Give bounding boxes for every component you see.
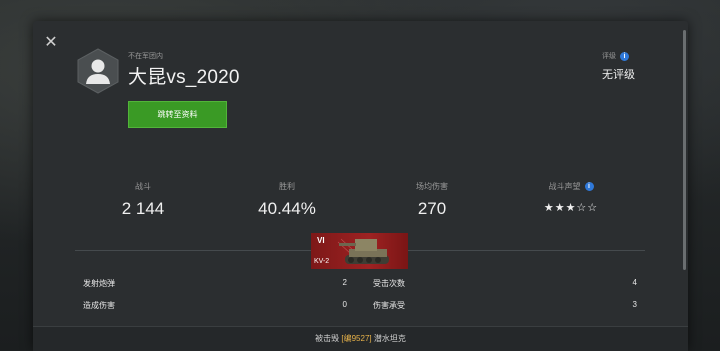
tank-name: KV-2 xyxy=(314,258,330,265)
detail-label: 造成伤害 xyxy=(83,301,115,310)
prestige-stars: ★★★☆☆ xyxy=(543,202,599,214)
player-card-panel: ✕ 不在军团内 大昆vs_2020 跳转至资料 评级 i 无评级 战斗 2 144… xyxy=(33,21,688,350)
kill-prefix: 被击毁 xyxy=(315,334,340,343)
go-to-profile-button[interactable]: 跳转至资料 xyxy=(128,101,227,128)
detail-label: 受击次数 xyxy=(373,279,405,288)
tank-icon xyxy=(337,238,389,264)
kill-info-bar: 被击毁 [编9527] 潜水坦克 xyxy=(33,326,688,351)
clan-tag: [编9527] xyxy=(341,334,372,343)
stat-value: 2 144 xyxy=(121,199,165,218)
stat-label: 场均伤害 xyxy=(416,182,448,191)
killer-name: 潜水坦克 xyxy=(373,334,406,343)
scrollbar[interactable] xyxy=(683,30,686,270)
stat-label: 胜利 xyxy=(279,182,295,191)
stat-value: 270 xyxy=(417,199,447,218)
detail-value: 0 xyxy=(342,300,347,309)
stat-value: 40.44% xyxy=(258,199,316,218)
stat-label: 战斗声望 xyxy=(548,182,581,191)
rating-value: 无评级 xyxy=(602,69,635,81)
rating-label: 评级 xyxy=(602,53,616,60)
player-name: 大昆vs_2020 xyxy=(128,67,240,88)
detail-label: 伤害承受 xyxy=(373,301,405,310)
rating-label-row: 评级 i xyxy=(602,51,629,61)
stat-battle-prestige: 战斗声望 i ★★★☆☆ xyxy=(501,181,641,214)
detail-value: 4 xyxy=(632,278,637,287)
avatar xyxy=(77,48,119,94)
clan-status: 不在军团内 xyxy=(128,53,163,60)
tank-card[interactable]: VI KV-2 xyxy=(311,233,408,269)
tank-tier: VI xyxy=(317,236,325,245)
stat-avg-damage: 场均伤害 270 xyxy=(362,181,502,219)
detail-value: 2 xyxy=(342,278,347,287)
stat-label-row: 战斗声望 i xyxy=(501,181,641,193)
close-icon[interactable]: ✕ xyxy=(43,35,59,51)
detail-value: 3 xyxy=(632,300,637,309)
stat-label: 战斗 xyxy=(135,182,151,191)
info-icon[interactable]: i xyxy=(620,51,629,61)
info-icon[interactable]: i xyxy=(584,182,594,192)
stat-battles: 战斗 2 144 xyxy=(73,181,213,219)
detail-label: 发射炮弹 xyxy=(83,279,115,288)
stat-win-rate: 胜利 40.44% xyxy=(217,181,357,219)
